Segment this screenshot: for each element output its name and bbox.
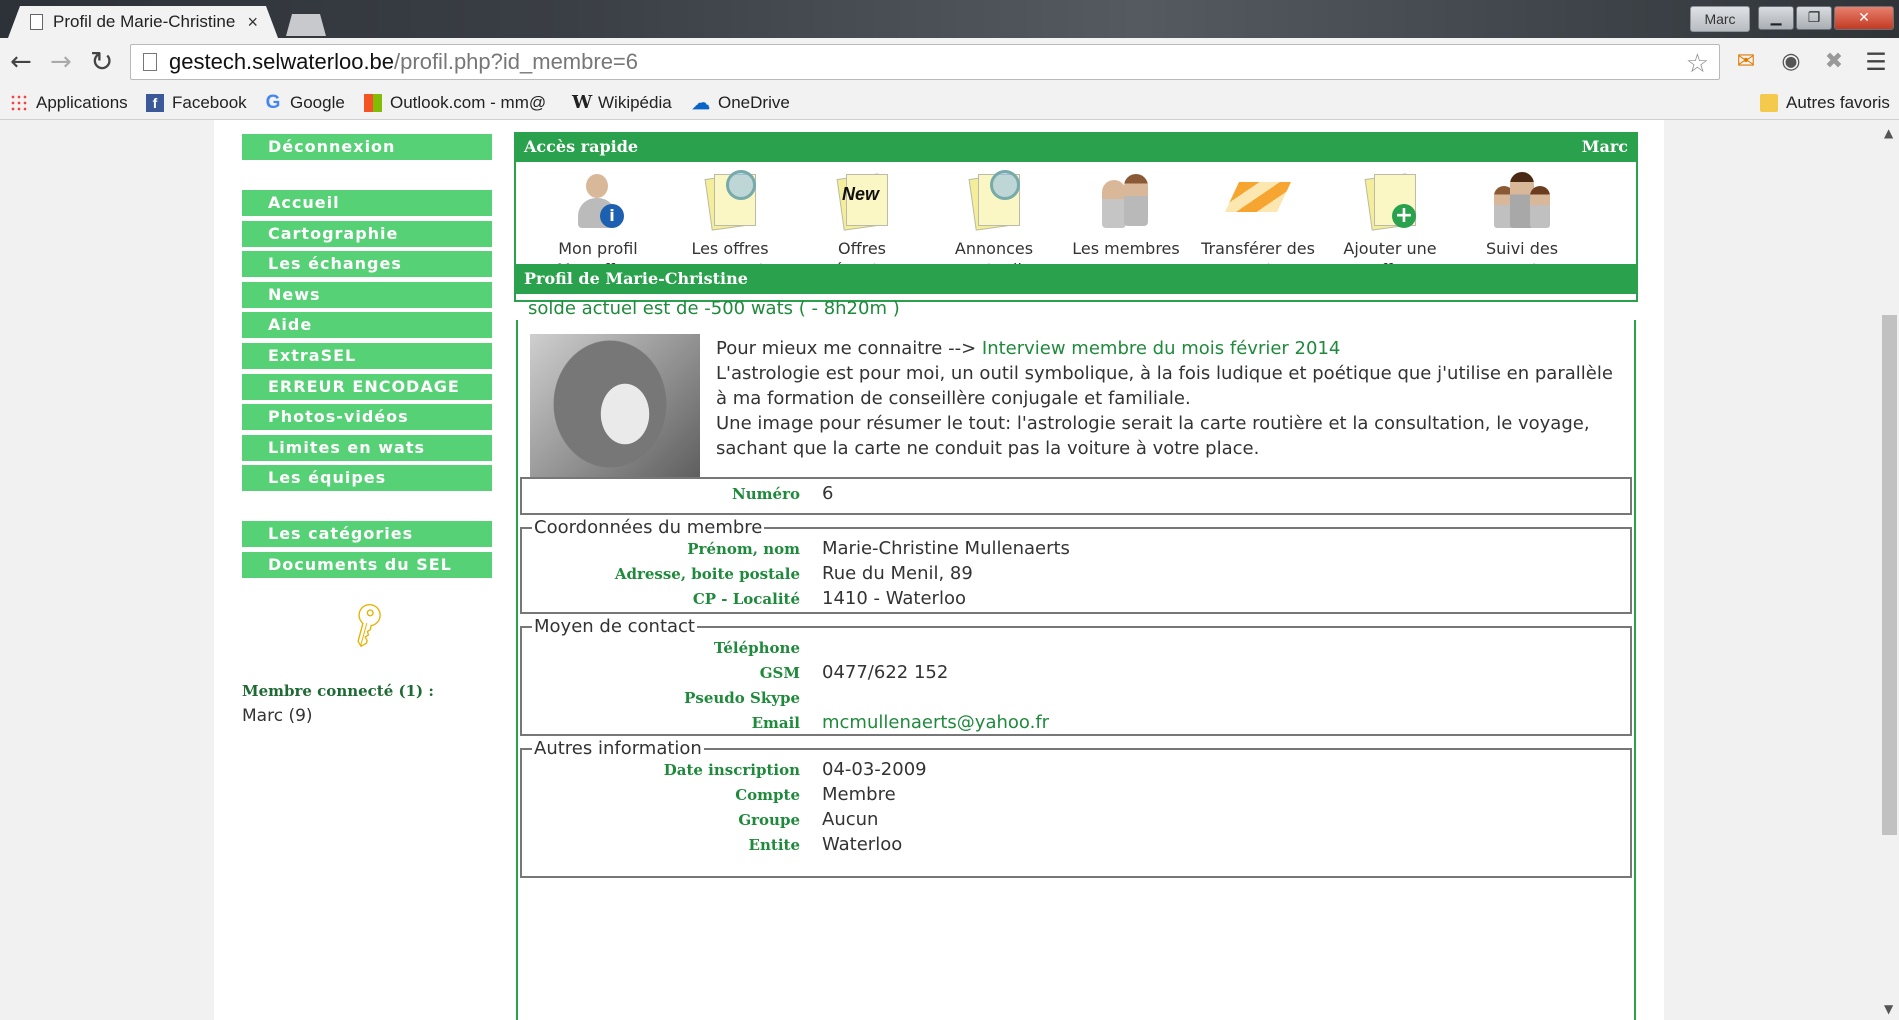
x-extension-icon[interactable]: ✖ [1820, 48, 1848, 76]
connected-members-label: Membre connecté (1) : [242, 682, 434, 700]
profile-button[interactable]: Marc [1690, 6, 1750, 32]
bookmarks-bar: Applications f Facebook G Google Outlook.c… [0, 86, 1899, 120]
quick-access-title: Accès rapide [524, 137, 639, 156]
menu-icon[interactable]: ☰ [1862, 48, 1890, 76]
contact-legend: Moyen de contact [534, 616, 695, 637]
tab-close-icon[interactable]: × [247, 12, 258, 33]
menu-erreur-encodage[interactable]: ERREUR ENCODAGE [242, 374, 492, 400]
address-bar[interactable]: gestech.selwaterloo.be/profil.php?id_mem… [130, 44, 1720, 80]
url-host: gestech.selwaterloo.be [169, 49, 395, 74]
menu-categories[interactable]: Les catégories [242, 521, 492, 547]
bookmark-onedrive[interactable]: ☁ OneDrive [692, 93, 790, 113]
bookmark-outlook[interactable]: Outlook.com - mm@ [364, 93, 546, 113]
members-icon [1096, 170, 1156, 230]
gsm-row: GSM 0477/622 152 [759, 662, 949, 683]
eye-extension-icon[interactable]: ◉ [1777, 48, 1805, 76]
bookmark-applications[interactable]: Applications [10, 93, 128, 113]
bookmark-wikipedia[interactable]: W Wikipédia [572, 93, 672, 113]
prenom-row: Prénom, nom Marie-Christine Mullenaerts [687, 538, 1070, 559]
google-icon: G [265, 92, 281, 113]
window-titlebar: Profil de Marie-Christine × Marc ▁ ❐ ✕ [0, 0, 1899, 38]
date-inscription-row: Date inscription 04-03-2009 [663, 759, 927, 780]
wikipedia-icon: W [572, 92, 593, 113]
forward-arrow-icon[interactable]: → [50, 48, 72, 76]
page-icon [30, 14, 43, 30]
back-arrow-icon[interactable]: ← [10, 48, 32, 76]
menu-aide[interactable]: Aide [242, 312, 492, 338]
skype-row: Pseudo Skype [684, 689, 800, 707]
profile-header: Profil de Marie-Christine [514, 264, 1638, 294]
new-tab-button[interactable] [286, 14, 326, 36]
reload-icon[interactable]: ↻ [90, 48, 113, 76]
balance-text: solde actuel est de -500 wats ( - 8h20m … [528, 298, 900, 319]
url-path: /profil.php?id_membre=6 [394, 49, 639, 74]
browser-tab[interactable]: Profil de Marie-Christine × [8, 6, 278, 38]
bookmark-facebook[interactable]: f Facebook [146, 93, 247, 113]
compte-row: Compte Membre [735, 784, 896, 805]
tab-title: Profil de Marie-Christine [53, 12, 236, 31]
new-offers-icon: New [832, 170, 892, 230]
microsoft-icon [364, 94, 382, 112]
folder-icon [1760, 94, 1778, 112]
menu-accueil[interactable]: Accueil [242, 190, 492, 216]
menu-documents[interactable]: Documents du SEL [242, 552, 492, 578]
numero-row: Numéro 6 [732, 483, 834, 504]
menu-extrasel[interactable]: ExtraSEL [242, 343, 492, 369]
minimize-icon[interactable]: ▁ [1758, 6, 1794, 30]
email-row: Email mcmullenaerts@yahoo.fr [751, 712, 1050, 733]
menu-news[interactable]: News [242, 282, 492, 308]
scrollbar-thumb[interactable] [1882, 315, 1897, 835]
facebook-icon: f [146, 94, 164, 112]
accounts-group-icon [1492, 170, 1552, 230]
autres-legend: Autres information [534, 738, 702, 759]
scroll-up-arrow-icon[interactable]: ▲ [1884, 126, 1893, 140]
adresse-row: Adresse, boite postale Rue du Menil, 89 [614, 563, 973, 584]
mail-extension-icon[interactable]: ✉ [1732, 48, 1760, 76]
page-viewport: Déconnexion Accueil Cartographie Les éch… [0, 120, 1880, 1020]
apps-grid-icon [10, 94, 28, 112]
browser-toolbar: ← → ↻ gestech.selwaterloo.be/profil.php?… [0, 38, 1899, 86]
connected-user[interactable]: Marc (9) [242, 706, 313, 726]
interview-link[interactable]: Interview membre du mois février 2014 [982, 338, 1340, 359]
menu-photos-videos[interactable]: Photos-vidéos [242, 404, 492, 430]
onedrive-cloud-icon: ☁ [692, 93, 710, 113]
email-link[interactable]: mcmullenaerts@yahoo.fr [822, 712, 1049, 733]
coordonnees-fieldset: Coordonnées du membre Prénom, nom Marie-… [520, 517, 1632, 614]
quick-access-user: Marc [1581, 137, 1628, 156]
menu-echanges[interactable]: Les échanges [242, 251, 492, 277]
cp-row: CP - Localité 1410 - Waterloo [692, 588, 966, 609]
bookmark-star-icon[interactable]: ☆ [1686, 48, 1709, 79]
window-close-icon[interactable]: ✕ [1834, 6, 1894, 30]
entite-row: Entite Waterloo [748, 834, 903, 855]
bookmark-google[interactable]: G Google [264, 93, 345, 113]
menu-cartographie[interactable]: Cartographie [242, 221, 492, 247]
autres-fieldset: Autres information Date inscription 04-0… [520, 738, 1632, 878]
key-icon[interactable]: 🔑︎ [339, 596, 396, 652]
other-bookmarks[interactable]: Autres favoris [1760, 93, 1890, 113]
member-intro: Pour mieux me connaitre --> Interview me… [716, 338, 1613, 459]
groupe-row: Groupe Aucun [738, 809, 879, 830]
coordonnees-legend: Coordonnées du membre [534, 517, 763, 538]
menu-equipes[interactable]: Les équipes [242, 465, 492, 491]
add-offer-icon: + [1360, 170, 1420, 230]
scroll-down-arrow-icon[interactable]: ▼ [1884, 1002, 1893, 1016]
announcements-search-icon [964, 170, 1024, 230]
qa-les-membres[interactable]: Les membres [1060, 170, 1192, 259]
quick-access-header: Accès rapide Marc [514, 132, 1638, 162]
menu-deconnexion[interactable]: Déconnexion [242, 134, 492, 160]
offers-search-icon [700, 170, 760, 230]
telephone-row: Téléphone [713, 639, 800, 657]
page-content: Déconnexion Accueil Cartographie Les éch… [214, 120, 1664, 1020]
menu-limites-wats[interactable]: Limites en wats [242, 435, 492, 461]
profile-info-icon: i [568, 170, 628, 230]
page-icon [143, 53, 157, 71]
numero-fieldset: Numéro 6 [520, 477, 1632, 515]
vertical-scrollbar[interactable]: ▲ ▼ [1880, 120, 1899, 1020]
transfer-icon [1228, 170, 1288, 230]
contact-fieldset: Moyen de contact Téléphone GSM 0477/622 … [520, 616, 1632, 736]
maximize-icon[interactable]: ❐ [1796, 6, 1832, 30]
